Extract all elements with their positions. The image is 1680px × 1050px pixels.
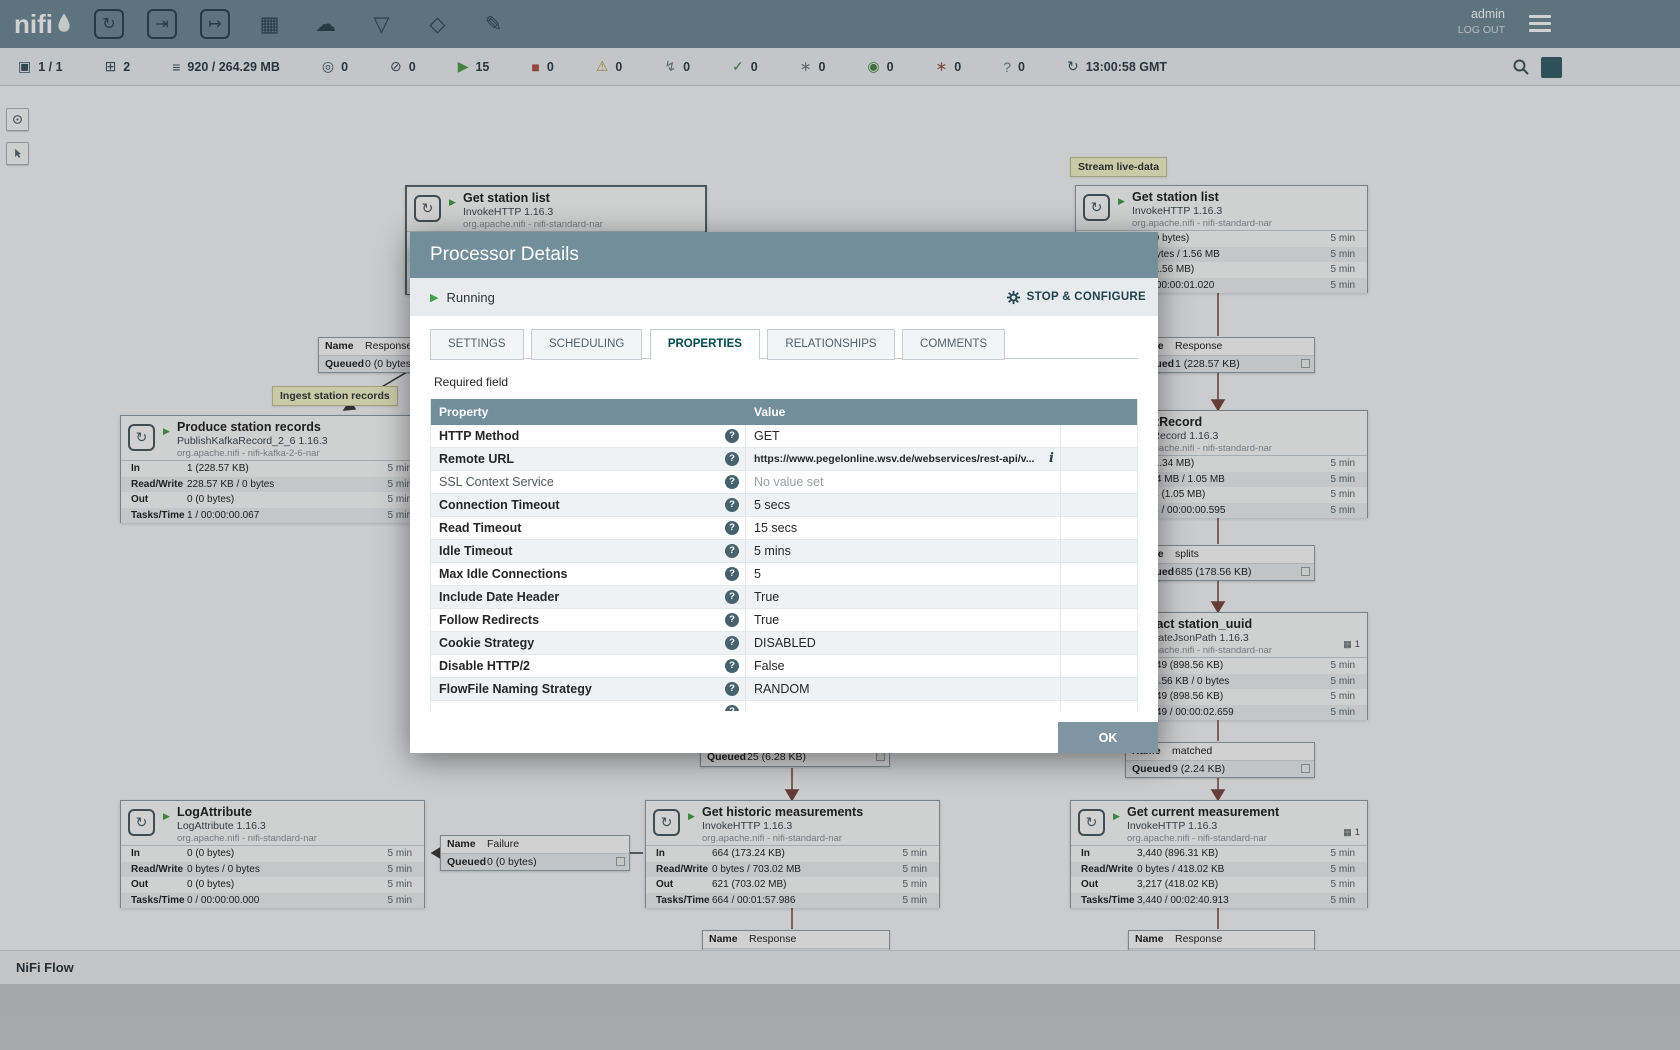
dialog-title: Processor Details (410, 232, 1158, 278)
nifi-app: nifi ↻ ⇥ ↦ ▦ ☁ ▽ ◇ ✎ admin LOG OUT ▣1 / … (0, 0, 1680, 1050)
gear-icon (1006, 290, 1021, 305)
help-icon[interactable]: ? (725, 429, 739, 443)
column-header-value: Value (746, 405, 1061, 419)
tab-settings[interactable]: SETTINGS (430, 329, 524, 360)
info-icon[interactable]: i (1049, 451, 1054, 466)
tab-properties[interactable]: PROPERTIES (650, 329, 760, 360)
property-row: Read Timeout? 15 secs (431, 517, 1137, 540)
property-row: Include Date Header? True (431, 586, 1137, 609)
processor-details-dialog: Processor Details ▶ Running STOP & CONFI… (410, 232, 1158, 753)
help-icon[interactable]: ? (725, 567, 739, 581)
tab-scheduling[interactable]: SCHEDULING (531, 329, 642, 360)
property-row: Cookie Strategy? DISABLED (431, 632, 1137, 655)
column-header-property: Property (431, 405, 746, 419)
property-row: Remote URL? https://www.pegelonline.wsv.… (431, 448, 1137, 471)
running-icon: ▶ (430, 291, 438, 304)
help-icon[interactable]: ? (725, 452, 739, 466)
help-icon[interactable]: ? (725, 475, 739, 489)
help-icon[interactable]: ? (725, 544, 739, 558)
run-status-text: Running (446, 290, 494, 305)
property-row-partial: ? (431, 701, 1137, 711)
dialog-tabs: SETTINGS SCHEDULING PROPERTIES RELATIONS… (430, 328, 1138, 359)
help-icon[interactable]: ? (725, 498, 739, 512)
property-row: Idle Timeout? 5 mins (431, 540, 1137, 563)
help-icon[interactable]: ? (725, 521, 739, 535)
tab-relationships[interactable]: RELATIONSHIPS (767, 329, 894, 360)
dialog-status-row: ▶ Running STOP & CONFIGURE (410, 278, 1158, 316)
help-icon[interactable]: ? (725, 613, 739, 627)
ok-button[interactable]: OK (1058, 722, 1158, 753)
required-field-note: Required field (434, 375, 1158, 389)
property-row: Connection Timeout? 5 secs (431, 494, 1137, 517)
properties-table-header: Property Value (431, 399, 1137, 425)
property-row: Follow Redirects? True (431, 609, 1137, 632)
help-icon[interactable]: ? (725, 590, 739, 604)
property-row: Max Idle Connections? 5 (431, 563, 1137, 586)
property-row: HTTP Method? GET (431, 425, 1137, 448)
help-icon[interactable]: ? (725, 659, 739, 673)
property-row: Disable HTTP/2? False (431, 655, 1137, 678)
tab-comments[interactable]: COMMENTS (902, 329, 1005, 360)
stop-and-configure-button[interactable]: STOP & CONFIGURE (1006, 290, 1146, 305)
property-row: SSL Context Service? No value set (431, 471, 1137, 494)
help-icon: ? (725, 705, 739, 711)
property-row: FlowFile Naming Strategy? RANDOM (431, 678, 1137, 701)
properties-table: Property Value HTTP Method? GET Remote U… (430, 399, 1138, 711)
help-icon[interactable]: ? (725, 636, 739, 650)
help-icon[interactable]: ? (725, 682, 739, 696)
